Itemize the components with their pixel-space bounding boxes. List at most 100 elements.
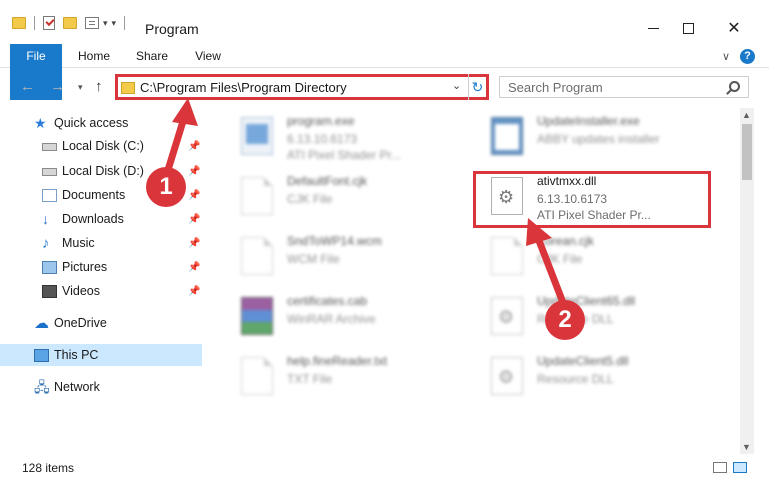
nav-label: Local Disk (C:)	[62, 139, 144, 153]
nav-label: Quick access	[54, 116, 129, 130]
forward-arrow-icon[interactable]: →	[50, 78, 65, 95]
scroll-up-icon[interactable]: ▲	[742, 110, 751, 120]
up-arrow-icon[interactable]: ↑	[95, 78, 103, 95]
vertical-scrollbar[interactable]: ▲ ▼	[740, 108, 754, 454]
scroll-down-icon[interactable]: ▼	[742, 442, 751, 452]
toolbar-separator	[34, 16, 35, 30]
nav-label: Local Disk (D:)	[62, 164, 144, 178]
pin-icon[interactable]: 📌	[188, 190, 200, 201]
nav-videos[interactable]: Videos 📌	[0, 280, 202, 302]
nav-onedrive[interactable]: ☁ OneDrive	[0, 312, 202, 334]
nav-label: Pictures	[62, 260, 108, 274]
address-bar[interactable]: C:\Program Files\Program Directory ⌄ ↻	[115, 74, 489, 100]
step-1-callout: 1	[146, 167, 186, 207]
file-name: DefaultFont.cjk	[287, 174, 368, 188]
file-icon	[491, 237, 523, 275]
search-icon[interactable]	[729, 81, 740, 92]
file-item[interactable]: UpdateClient65.dll Resource DLL	[477, 292, 717, 348]
file-item[interactable]: SndToWP14.wcm WCM File	[227, 232, 467, 288]
maximize-icon	[682, 22, 694, 34]
file-item[interactable]: UpdateInstaller.exe ABBY updates install…	[477, 112, 717, 168]
search-input[interactable]	[508, 80, 718, 95]
search-box[interactable]	[499, 76, 749, 98]
pin-icon[interactable]: 📌	[188, 214, 200, 225]
chevron-down-icon[interactable]: ▾	[103, 18, 108, 29]
file-type: CJK File	[287, 192, 333, 206]
nav-downloads[interactable]: ↓ Downloads 📌	[0, 208, 202, 230]
nav-network[interactable]: 🖧 Network	[0, 376, 202, 398]
address-path[interactable]: C:\Program Files\Program Directory	[140, 80, 347, 95]
file-type: ABBY updates installer	[537, 132, 660, 146]
pin-icon[interactable]: 📌	[188, 286, 200, 297]
documents-icon	[42, 188, 57, 202]
new-folder-icon[interactable]	[63, 17, 77, 29]
quick-access-toolbar: ▾ ▾	[12, 16, 126, 30]
help-icon[interactable]: ?	[740, 49, 755, 64]
file-item[interactable]: DefaultFont.cjk CJK File	[227, 172, 467, 228]
videos-icon	[42, 284, 57, 298]
refresh-icon[interactable]: ↻	[468, 74, 486, 100]
address-row: ← → ▾ ↑ C:\Program Files\Program Directo…	[0, 72, 769, 102]
expand-ribbon-icon[interactable]: ∨	[722, 50, 730, 63]
customize-toolbar-icon[interactable]: ▾	[112, 18, 117, 29]
file-type: WinRAR Archive	[287, 312, 376, 326]
nav-this-pc[interactable]: This PC	[0, 344, 202, 366]
file-version: 6.13.10.6173	[287, 132, 358, 146]
properties-icon[interactable]	[85, 17, 99, 29]
maximize-button[interactable]	[665, 14, 711, 42]
close-button[interactable]: ✕	[711, 14, 757, 42]
file-icon	[241, 357, 273, 395]
nav-local-disk-c[interactable]: Local Disk (C:) 📌	[0, 135, 202, 157]
file-type: WCM File	[287, 252, 340, 266]
folder-icon[interactable]	[12, 17, 26, 29]
chevron-down-icon[interactable]: ⌄	[452, 79, 461, 92]
details-view-icon[interactable]	[713, 462, 727, 473]
pin-icon[interactable]: 📌	[188, 166, 200, 177]
dll-gear-icon	[491, 297, 523, 335]
nav-label: OneDrive	[54, 316, 107, 330]
tab-view[interactable]: View	[186, 44, 230, 68]
file-type: CJK File	[537, 252, 583, 266]
pin-icon[interactable]: 📌	[188, 262, 200, 273]
nav-quick-access[interactable]: ★ Quick access	[0, 112, 202, 134]
pin-icon[interactable]: 📌	[188, 238, 200, 249]
file-description: ATI Pixel Shader Pr...	[287, 148, 401, 162]
nav-pictures[interactable]: Pictures 📌	[0, 256, 202, 278]
nav-label: Network	[54, 380, 100, 394]
folder-icon	[121, 82, 135, 94]
navigation-pane: ★ Quick access Local Disk (C:) 📌 Local D…	[0, 108, 210, 454]
view-toggles	[713, 462, 747, 473]
large-icons-view-icon[interactable]	[733, 462, 747, 473]
cloud-icon: ☁	[34, 314, 49, 332]
file-item[interactable]: program.exe 6.13.10.6173 ATI Pixel Shade…	[227, 112, 467, 168]
pictures-icon	[42, 260, 57, 274]
pin-icon[interactable]: 📌	[188, 141, 200, 152]
exe-icon	[241, 117, 273, 155]
file-name: Korean.cjk	[537, 234, 594, 248]
tab-home[interactable]: Home	[70, 44, 118, 68]
file-name: program.exe	[287, 114, 355, 128]
nav-label: Documents	[62, 188, 126, 202]
file-item[interactable]: certificates.cab WinRAR Archive	[227, 292, 467, 348]
file-name: UpdateInstaller.exe	[537, 114, 640, 128]
item-count: 128 items	[22, 461, 75, 475]
nav-label: Downloads	[62, 212, 124, 226]
tab-share[interactable]: Share	[128, 44, 176, 68]
download-arrow-icon: ↓	[42, 210, 49, 227]
file-list: program.exe 6.13.10.6173 ATI Pixel Shade…	[215, 108, 740, 454]
highlight-box	[473, 171, 711, 228]
file-item[interactable]: help.fineReader.txt TXT File	[227, 352, 467, 408]
recent-locations-icon[interactable]: ▾	[78, 82, 83, 93]
file-name: help.fineReader.txt	[287, 354, 388, 368]
back-arrow-icon[interactable]: ←	[20, 78, 35, 95]
scroll-thumb[interactable]	[742, 124, 752, 180]
nav-music[interactable]: ♪ Music 📌	[0, 232, 202, 254]
file-item[interactable]: UpdateClient5.dll Resource DLL	[477, 352, 717, 408]
status-bar: 128 items	[0, 458, 769, 478]
drive-icon	[42, 143, 57, 151]
toolbar-separator	[124, 16, 126, 30]
properties-check-icon[interactable]	[43, 16, 55, 30]
file-item[interactable]: Korean.cjk CJK File	[477, 232, 717, 288]
file-name: UpdateClient5.dll	[537, 354, 629, 368]
winrar-icon	[241, 297, 273, 335]
